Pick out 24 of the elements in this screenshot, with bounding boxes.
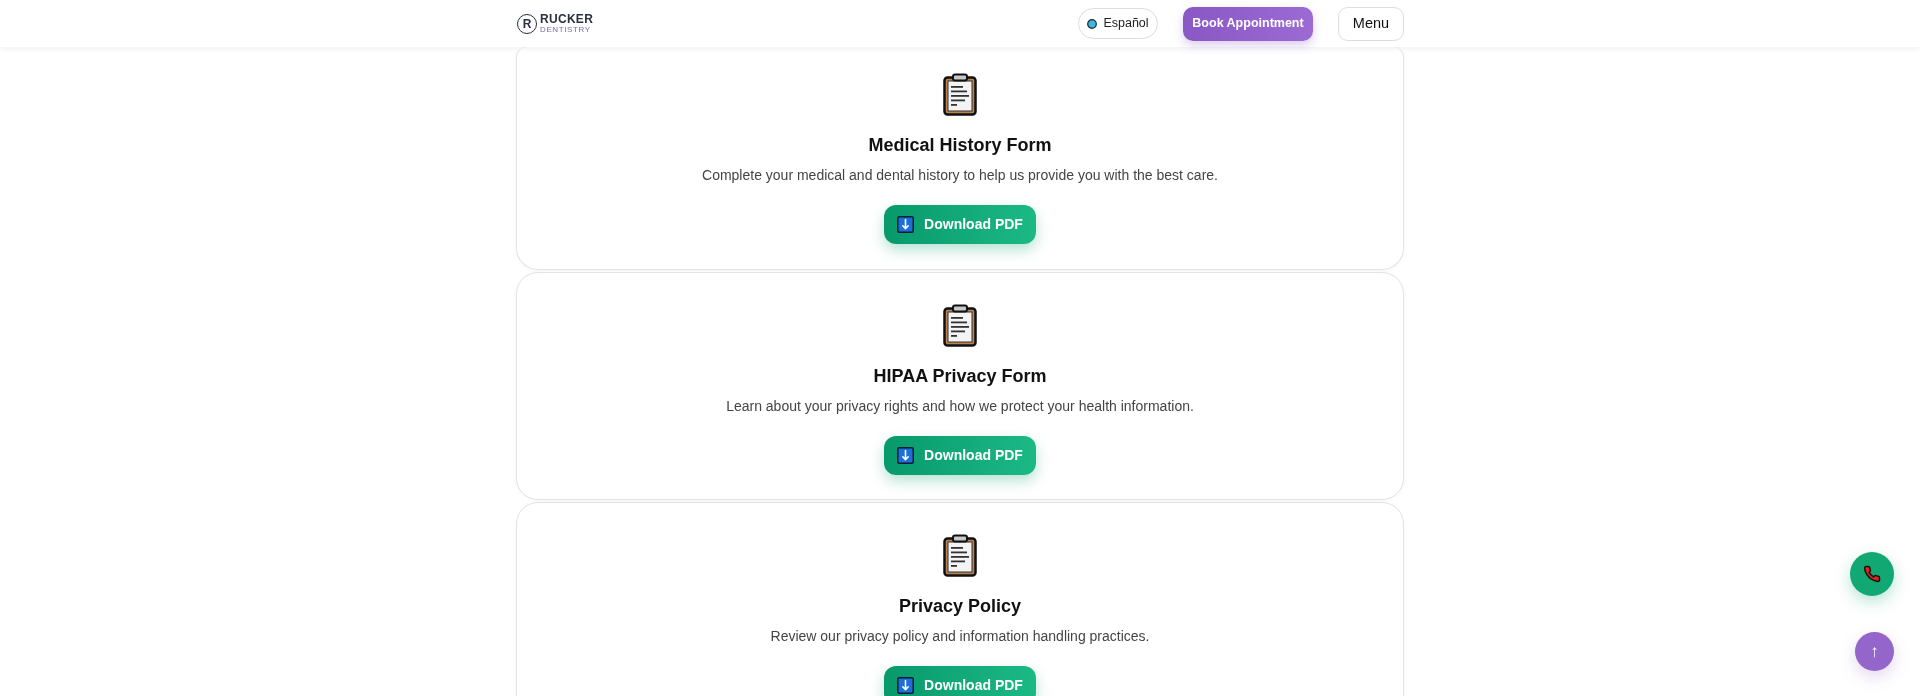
download-button[interactable]: Download PDF [884, 436, 1036, 475]
download-button[interactable]: Download PDF [884, 205, 1036, 244]
globe-icon [1087, 18, 1098, 29]
call-button[interactable] [1850, 552, 1894, 596]
form-description: Learn about your privacy rights and how we protect your health information. [726, 397, 1194, 416]
logo-name: RUCKER [540, 13, 594, 25]
menu-button[interactable]: Menu [1338, 6, 1404, 41]
clipboard-icon [943, 73, 977, 116]
download-icon [897, 677, 915, 694]
clipboard-icon [943, 304, 977, 347]
form-title: Privacy Policy [898, 595, 1022, 617]
form-description: Complete your medical and dental history to help us provide you with the best care. [702, 166, 1218, 185]
form-title: Medical History Form [868, 134, 1052, 156]
form-title: HIPAA Privacy Form [873, 365, 1047, 387]
download-icon [897, 447, 915, 464]
book-appointment-button[interactable]: Book Appointment [1183, 6, 1313, 41]
download-icon [897, 216, 915, 233]
scroll-top-button[interactable]: ↑ [1855, 632, 1894, 671]
download-button[interactable]: Download PDF [884, 666, 1036, 696]
clipboard-icon [943, 534, 977, 577]
form-description: Review our privacy policy and information handling practices. [770, 627, 1150, 646]
phone-icon [1863, 565, 1881, 583]
logo-tagline: DENTISTRY [540, 26, 592, 34]
language-button[interactable]: Español [1078, 8, 1158, 39]
